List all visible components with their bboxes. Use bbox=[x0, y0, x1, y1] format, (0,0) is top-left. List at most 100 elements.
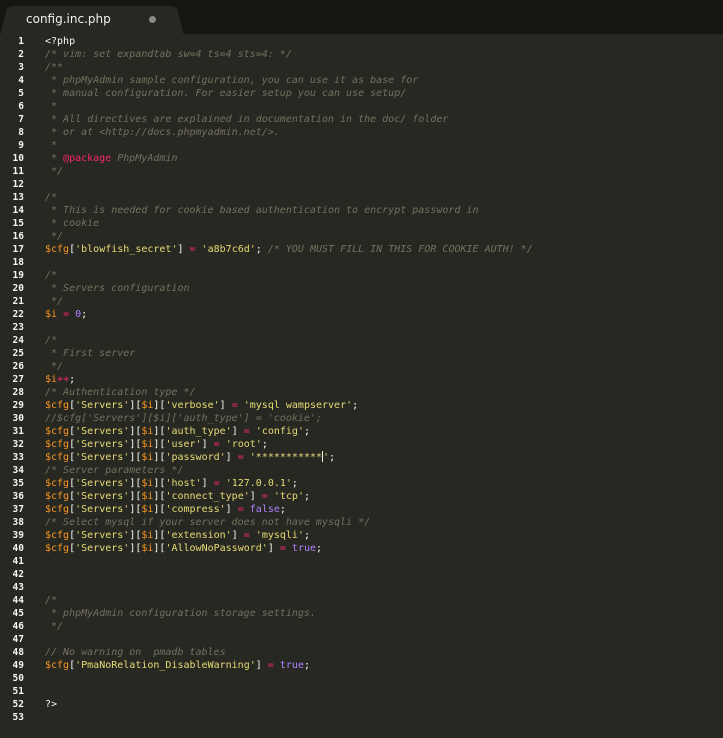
code-line[interactable]: 21 */ bbox=[0, 295, 723, 308]
code-line[interactable]: 25 * First server bbox=[0, 347, 723, 360]
code-line[interactable]: 1 <?php bbox=[0, 35, 723, 48]
code-line[interactable]: 34 /* Server parameters */ bbox=[0, 464, 723, 477]
code-line[interactable]: 29 $cfg['Servers'][$i]['verbose'] = 'mysq… bbox=[0, 399, 723, 412]
code-line[interactable]: 42 bbox=[0, 568, 723, 581]
code-line[interactable]: 47 bbox=[0, 633, 723, 646]
code-line[interactable]: 3 /** bbox=[0, 61, 723, 74]
code-text[interactable]: /* bbox=[45, 334, 57, 347]
code-text[interactable]: $cfg['Servers'][$i]['connect_type'] = 't… bbox=[45, 490, 310, 503]
code-text[interactable]: * phpMyAdmin configuration storage setti… bbox=[45, 607, 316, 620]
code-line[interactable]: 50 bbox=[0, 672, 723, 685]
code-line[interactable]: 19 /* bbox=[0, 269, 723, 282]
code-line[interactable]: 6 * bbox=[0, 100, 723, 113]
code-line[interactable]: 10 * @package PhpMyAdmin bbox=[0, 152, 723, 165]
code-text[interactable]: /* bbox=[45, 269, 57, 282]
code-line[interactable]: 48 // No warning on pmadb tables bbox=[0, 646, 723, 659]
code-text[interactable]: * This is needed for cookie based authen… bbox=[45, 204, 478, 217]
code-line[interactable]: 23 bbox=[0, 321, 723, 334]
code-line[interactable]: 30 //$cfg['Servers'][$i]['auth_type'] = '… bbox=[0, 412, 723, 425]
tab-title[interactable]: config.inc.php bbox=[26, 12, 111, 26]
code-text[interactable]: /* bbox=[45, 594, 57, 607]
code-text[interactable]: <?php bbox=[45, 35, 75, 48]
code-text[interactable]: $cfg['Servers'][$i]['user'] = 'root'; bbox=[45, 438, 268, 451]
code-text[interactable]: */ bbox=[45, 230, 63, 243]
code-line[interactable]: 40 $cfg['Servers'][$i]['AllowNoPassword']… bbox=[0, 542, 723, 555]
code-line[interactable]: 9 * bbox=[0, 139, 723, 152]
code-text[interactable]: /* bbox=[45, 191, 57, 204]
code-text[interactable]: $cfg['PmaNoRelation_DisableWarning'] = t… bbox=[45, 659, 310, 672]
code-text[interactable]: */ bbox=[45, 360, 63, 373]
code-line[interactable]: 15 * cookie bbox=[0, 217, 723, 230]
code-text[interactable]: /* Server parameters */ bbox=[45, 464, 183, 477]
code-line[interactable]: 13 /* bbox=[0, 191, 723, 204]
tab-config-inc-php[interactable]: config.inc.php bbox=[10, 6, 174, 34]
code-text[interactable]: * phpMyAdmin sample configuration, you c… bbox=[45, 74, 418, 87]
code-line[interactable]: 18 bbox=[0, 256, 723, 269]
code-text[interactable]: /** bbox=[45, 61, 63, 74]
code-text[interactable]: $cfg['Servers'][$i]['compress'] = false; bbox=[45, 503, 286, 516]
code-line[interactable]: 39 $cfg['Servers'][$i]['extension'] = 'my… bbox=[0, 529, 723, 542]
code-line[interactable]: 24 /* bbox=[0, 334, 723, 347]
code-line[interactable]: 38 /* Select mysql if your server does no… bbox=[0, 516, 723, 529]
code-text[interactable]: /* vim: set expandtab sw=4 ts=4 sts=4: *… bbox=[45, 48, 292, 61]
unsaved-dot-icon[interactable] bbox=[149, 16, 156, 23]
code-text[interactable]: */ bbox=[45, 165, 63, 178]
code-lines[interactable]: 1 <?php 2 /* vim: set expandtab sw=4 ts=4 s… bbox=[0, 35, 723, 724]
code-text[interactable]: */ bbox=[45, 295, 63, 308]
code-line[interactable]: 7 * All directives are explained in docu… bbox=[0, 113, 723, 126]
code-line[interactable]: 44 /* bbox=[0, 594, 723, 607]
code-text[interactable]: $cfg['Servers'][$i]['extension'] = 'mysq… bbox=[45, 529, 310, 542]
code-editor[interactable]: 1 <?php 2 /* vim: set expandtab sw=4 ts=4 s… bbox=[0, 34, 723, 738]
code-text[interactable]: * @package PhpMyAdmin bbox=[45, 152, 177, 165]
code-text[interactable]: $cfg['Servers'][$i]['verbose'] = 'mysql … bbox=[45, 399, 358, 412]
code-line[interactable]: 27 $i++; bbox=[0, 373, 723, 386]
code-text[interactable]: $cfg['Servers'][$i]['AllowNoPassword'] =… bbox=[45, 542, 322, 555]
code-text[interactable]: ?> bbox=[45, 698, 57, 711]
code-text[interactable]: $cfg['blowfish_secret'] = 'a8b7c6d'; /* … bbox=[45, 243, 533, 256]
code-line[interactable]: 14 * This is needed for cookie based aut… bbox=[0, 204, 723, 217]
code-line[interactable]: 5 * manual configuration. For easier set… bbox=[0, 87, 723, 100]
code-text[interactable]: $i++; bbox=[45, 373, 75, 386]
code-line[interactable]: 8 * or at <http://docs.phpmyadmin.net/>. bbox=[0, 126, 723, 139]
code-line[interactable]: 49 $cfg['PmaNoRelation_DisableWarning'] =… bbox=[0, 659, 723, 672]
code-line[interactable]: 11 */ bbox=[0, 165, 723, 178]
code-line[interactable]: 31 $cfg['Servers'][$i]['auth_type'] = 'co… bbox=[0, 425, 723, 438]
code-text[interactable]: * Servers configuration bbox=[45, 282, 189, 295]
code-line[interactable]: 4 * phpMyAdmin sample configuration, you… bbox=[0, 74, 723, 87]
code-text[interactable]: //$cfg['Servers'][$i]['auth_type'] = 'co… bbox=[45, 412, 322, 425]
code-line[interactable]: 12 bbox=[0, 178, 723, 191]
code-text[interactable]: * bbox=[45, 139, 57, 152]
code-line[interactable]: 45 * phpMyAdmin configuration storage se… bbox=[0, 607, 723, 620]
code-line[interactable]: 53 bbox=[0, 711, 723, 724]
code-text[interactable]: $i = 0; bbox=[45, 308, 87, 321]
code-line[interactable]: 41 bbox=[0, 555, 723, 568]
code-line[interactable]: 20 * Servers configuration bbox=[0, 282, 723, 295]
code-text[interactable]: /* Authentication type */ bbox=[45, 386, 196, 399]
code-text[interactable]: * All directives are explained in docume… bbox=[45, 113, 448, 126]
code-text[interactable]: * or at <http://docs.phpmyadmin.net/>. bbox=[45, 126, 280, 139]
code-line[interactable]: 46 */ bbox=[0, 620, 723, 633]
code-text[interactable]: $cfg['Servers'][$i]['auth_type'] = 'conf… bbox=[45, 425, 310, 438]
code-line[interactable]: 52 ?> bbox=[0, 698, 723, 711]
code-line[interactable]: 16 */ bbox=[0, 230, 723, 243]
code-line[interactable]: 32 $cfg['Servers'][$i]['user'] = 'root'; bbox=[0, 438, 723, 451]
code-text[interactable]: * First server bbox=[45, 347, 135, 360]
code-line[interactable]: 51 bbox=[0, 685, 723, 698]
code-line[interactable]: 33 $cfg['Servers'][$i]['password'] = '***… bbox=[0, 451, 723, 464]
code-text[interactable]: $cfg['Servers'][$i]['password'] = '*****… bbox=[45, 451, 335, 464]
code-line[interactable]: 22 $i = 0; bbox=[0, 308, 723, 321]
code-line[interactable]: 36 $cfg['Servers'][$i]['connect_type'] = … bbox=[0, 490, 723, 503]
code-text[interactable]: * manual configuration. For easier setup… bbox=[45, 87, 406, 100]
code-text[interactable]: * bbox=[45, 100, 57, 113]
code-line[interactable]: 2 /* vim: set expandtab sw=4 ts=4 sts=4: … bbox=[0, 48, 723, 61]
code-line[interactable]: 28 /* Authentication type */ bbox=[0, 386, 723, 399]
code-text[interactable]: $cfg['Servers'][$i]['host'] = '127.0.0.1… bbox=[45, 477, 298, 490]
code-text[interactable]: * cookie bbox=[45, 217, 99, 230]
code-line[interactable]: 43 bbox=[0, 581, 723, 594]
code-text[interactable]: /* Select mysql if your server does not … bbox=[45, 516, 370, 529]
code-line[interactable]: 26 */ bbox=[0, 360, 723, 373]
code-text[interactable]: */ bbox=[45, 620, 63, 633]
code-text[interactable]: // No warning on pmadb tables bbox=[45, 646, 226, 659]
code-line[interactable]: 37 $cfg['Servers'][$i]['compress'] = fals… bbox=[0, 503, 723, 516]
code-line[interactable]: 17 $cfg['blowfish_secret'] = 'a8b7c6d'; /… bbox=[0, 243, 723, 256]
